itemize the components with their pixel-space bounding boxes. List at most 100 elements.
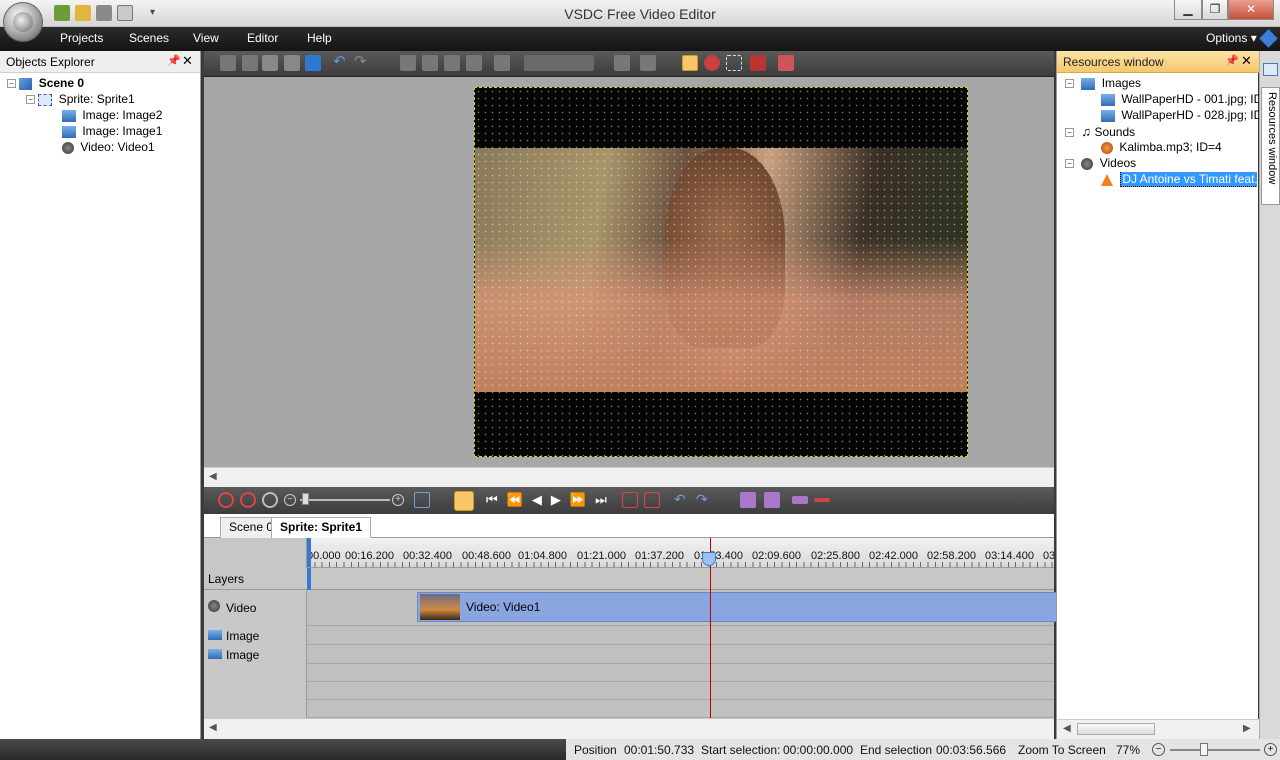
- clock-icon[interactable]: [454, 491, 474, 511]
- time-ruler[interactable]: 00.000 00:16.200 00:32.400 00:48.600 01:…: [307, 538, 1054, 568]
- copy-icon[interactable]: [242, 55, 258, 71]
- app-menu-button[interactable]: [3, 2, 43, 42]
- redo-timeline-icon[interactable]: ↷: [696, 492, 712, 508]
- video-frame[interactable]: [474, 87, 968, 457]
- menu-help[interactable]: Help: [307, 31, 332, 45]
- paste-icon[interactable]: [262, 55, 278, 71]
- zoom-plus-icon[interactable]: +: [1264, 743, 1277, 756]
- resource-item-selected[interactable]: DJ Antoine vs Timati feat. Ka: [1101, 172, 1257, 188]
- track-label-video[interactable]: Video: [204, 590, 307, 626]
- erase-icon[interactable]: [778, 55, 794, 71]
- fit-timeline-icon[interactable]: [414, 492, 430, 508]
- zoom-in-icon[interactable]: [218, 492, 234, 508]
- tools-icon[interactable]: [96, 5, 112, 21]
- zoom-slider-thumb[interactable]: [1200, 743, 1208, 756]
- layer-up-icon[interactable]: [740, 492, 756, 508]
- tree-item-video[interactable]: Video: Video1: [62, 140, 155, 156]
- help-diamond-icon[interactable]: [1259, 29, 1278, 48]
- marker-icon[interactable]: [750, 55, 766, 71]
- layer-merge-icon[interactable]: [792, 496, 808, 504]
- resource-group-images[interactable]: − Images: [1065, 76, 1141, 92]
- resources-hscrollbar[interactable]: ◀ ▶: [1057, 719, 1259, 739]
- resource-group-videos[interactable]: − Videos: [1065, 156, 1136, 172]
- timeline[interactable]: 00.000 00:16.200 00:32.400 00:48.600 01:…: [204, 538, 1157, 718]
- undo-icon[interactable]: ↶: [333, 54, 349, 71]
- tree-item-image1[interactable]: Image: Image1: [62, 124, 162, 140]
- menu-scenes[interactable]: Scenes: [129, 31, 169, 45]
- collapse-icon[interactable]: −: [1065, 159, 1074, 169]
- resource-group-sounds[interactable]: − ♫ Sounds: [1065, 124, 1135, 140]
- tree-item-sprite[interactable]: − Sprite: Sprite1: [26, 92, 135, 108]
- zoom-to-screen-button[interactable]: Zoom To Screen: [1018, 743, 1106, 757]
- properties-window-icon[interactable]: [1263, 63, 1278, 76]
- menu-options[interactable]: Options ▾: [1206, 31, 1257, 45]
- resource-item[interactable]: Kalimba.mp3; ID=4: [1101, 140, 1222, 156]
- timeline-hscrollbar[interactable]: ◀: [204, 718, 1054, 739]
- open-project-icon[interactable]: [75, 5, 91, 21]
- grid-snap-icon[interactable]: [614, 55, 630, 71]
- zoom-out-icon[interactable]: [240, 492, 256, 508]
- scroll-left-icon[interactable]: ◀: [209, 722, 217, 733]
- menu-view[interactable]: View: [193, 31, 219, 45]
- resource-item[interactable]: WallPaperHD - 028.jpg; ID=: [1101, 108, 1269, 124]
- align-center-icon[interactable]: [422, 55, 438, 71]
- scroll-right-icon[interactable]: ▶: [1243, 723, 1251, 734]
- scroll-thumb[interactable]: [1077, 723, 1155, 735]
- layer-down-icon[interactable]: [764, 492, 780, 508]
- selection-icon[interactable]: [726, 55, 742, 71]
- resource-item[interactable]: WallPaperHD - 001.jpg; ID=: [1101, 92, 1269, 108]
- align-bottom-icon[interactable]: [466, 55, 482, 71]
- maximize-button[interactable]: ❐: [1202, 0, 1228, 20]
- close-button[interactable]: ✕: [1228, 0, 1274, 20]
- tab-resources-window[interactable]: Resources window: [1261, 87, 1280, 205]
- same-size-icon[interactable]: [494, 55, 510, 71]
- redo-icon[interactable]: ↷: [354, 54, 370, 71]
- split-icon[interactable]: [622, 492, 638, 508]
- collapse-icon[interactable]: −: [7, 79, 16, 89]
- menu-projects[interactable]: Projects: [60, 31, 103, 45]
- minimize-button[interactable]: ▁: [1174, 0, 1202, 20]
- close-panel-icon[interactable]: ✕: [182, 53, 193, 69]
- properties-icon[interactable]: [682, 55, 698, 71]
- tree-item-scene[interactable]: − Scene 0: [7, 76, 84, 92]
- track-image-1[interactable]: [307, 645, 1054, 664]
- zoom-minus-icon[interactable]: −: [1152, 743, 1165, 756]
- align-top-icon[interactable]: [444, 55, 460, 71]
- guides-icon[interactable]: [640, 55, 656, 71]
- scroll-left-icon[interactable]: ◀: [209, 471, 217, 482]
- zoom-slider-track[interactable]: [1170, 749, 1260, 751]
- zoom-slider-track[interactable]: [300, 499, 390, 501]
- undo-timeline-icon[interactable]: ↶: [674, 492, 690, 508]
- video-clip[interactable]: Video: Video1: [417, 592, 1157, 622]
- close-panel-icon[interactable]: ✕: [1241, 53, 1252, 69]
- collapse-icon[interactable]: −: [26, 95, 35, 105]
- collapse-icon[interactable]: −: [1065, 79, 1074, 89]
- transport-controls[interactable]: ⏮⏪◀▶⏩⏭: [486, 492, 616, 508]
- qat-dropdown-icon[interactable]: ▾: [150, 7, 155, 18]
- collapse-icon[interactable]: −: [1065, 128, 1074, 138]
- zoom-slider-thumb[interactable]: [302, 493, 309, 505]
- pin-icon[interactable]: 📌: [1225, 54, 1239, 67]
- start-marker[interactable]: [307, 538, 311, 567]
- playhead-handle[interactable]: [702, 552, 716, 566]
- trim-icon[interactable]: [644, 492, 660, 508]
- scroll-left-icon[interactable]: ◀: [1063, 723, 1071, 734]
- delete-icon[interactable]: [284, 55, 300, 71]
- zoom-plus-icon[interactable]: +: [392, 494, 404, 506]
- order-tools-icon[interactable]: [524, 55, 594, 71]
- magnet-icon[interactable]: [704, 55, 720, 71]
- menu-editor[interactable]: Editor: [247, 31, 278, 45]
- select-all-icon[interactable]: [305, 55, 321, 71]
- canvas-hscrollbar[interactable]: ◀: [204, 467, 1054, 487]
- tab-sprite1[interactable]: Sprite: Sprite1: [271, 517, 372, 538]
- remove-layer-icon[interactable]: [814, 498, 830, 502]
- pin-icon[interactable]: 📌: [167, 54, 181, 67]
- tree-item-image2[interactable]: Image: Image2: [62, 108, 162, 124]
- track-image-2[interactable]: [307, 626, 1054, 645]
- zoom-minus-icon[interactable]: −: [284, 494, 296, 506]
- scene-canvas[interactable]: [204, 77, 1054, 467]
- new-project-icon[interactable]: [54, 5, 70, 21]
- track-label-image[interactable]: Image: [204, 626, 307, 645]
- align-left-icon[interactable]: [400, 55, 416, 71]
- track-label-image[interactable]: Image: [204, 645, 307, 664]
